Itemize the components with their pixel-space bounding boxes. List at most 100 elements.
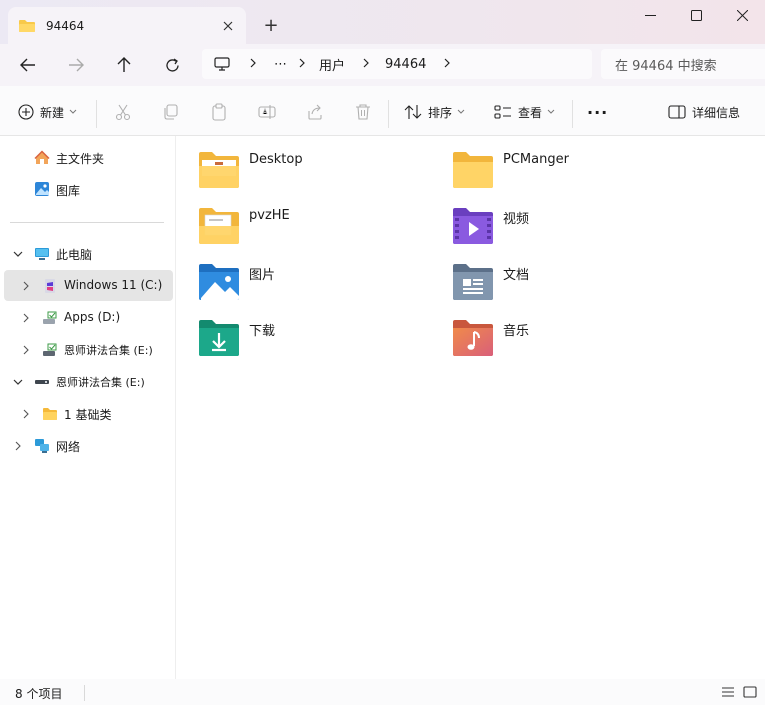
refresh-button[interactable] bbox=[156, 50, 188, 80]
breadcrumb-users[interactable]: 用户 bbox=[319, 55, 345, 74]
close-window-button[interactable] bbox=[719, 0, 765, 30]
view-button[interactable]: 查看 bbox=[494, 98, 555, 126]
computer-icon[interactable] bbox=[214, 57, 230, 71]
sidebar-item-drive-c[interactable]: Windows 11 (C:) bbox=[4, 270, 173, 301]
chevron-right-icon[interactable] bbox=[12, 440, 24, 452]
chevron-down-icon bbox=[457, 109, 465, 114]
back-button[interactable] bbox=[12, 50, 44, 80]
sidebar-item-label: Apps (D:) bbox=[64, 310, 121, 324]
drive-icon bbox=[43, 311, 57, 324]
gallery-icon bbox=[35, 182, 49, 196]
share-icon bbox=[308, 104, 322, 120]
toolbar-divider bbox=[388, 100, 389, 128]
maximize-icon bbox=[690, 9, 702, 21]
sidebar-item-usb-drive[interactable]: 恩师讲法合集 (E:) bbox=[4, 366, 173, 397]
sidebar-item-label: Windows 11 (C:) bbox=[64, 278, 163, 292]
window-tab[interactable]: 94464 bbox=[8, 7, 246, 44]
usb-drive-icon bbox=[35, 380, 49, 384]
view-list-icon bbox=[494, 105, 511, 119]
chevron-right-icon bbox=[250, 57, 256, 71]
folder-icon bbox=[453, 152, 493, 188]
plus-circle-icon bbox=[18, 104, 34, 120]
chevron-down-icon bbox=[69, 109, 77, 114]
close-tab-icon[interactable] bbox=[216, 14, 240, 38]
maximize-button[interactable] bbox=[673, 0, 719, 30]
minimize-button[interactable] bbox=[627, 0, 673, 30]
chevron-right-icon[interactable] bbox=[444, 57, 451, 71]
file-item-pictures[interactable]: 图片 bbox=[197, 258, 427, 306]
up-button[interactable] bbox=[108, 50, 140, 80]
file-item-downloads[interactable]: 下载 bbox=[197, 314, 427, 362]
folder-desktop-icon bbox=[199, 152, 239, 188]
rename-button[interactable] bbox=[258, 98, 276, 126]
file-item-documents[interactable]: 文档 bbox=[451, 258, 681, 306]
sidebar-item-drive-e[interactable]: 恩师讲法合集 (E:) bbox=[4, 334, 173, 365]
documents-folder-icon bbox=[453, 264, 493, 300]
breadcrumb-ellipsis[interactable]: ⋯ bbox=[274, 57, 287, 72]
sort-label: 排序 bbox=[428, 105, 453, 120]
sidebar-item-label: 此电脑 bbox=[56, 248, 93, 262]
view-label: 查看 bbox=[518, 105, 543, 120]
new-label: 新建 bbox=[40, 105, 65, 120]
chevron-right-icon[interactable] bbox=[20, 312, 32, 324]
new-tab-button[interactable]: + bbox=[258, 12, 284, 38]
file-item-label: PCManger bbox=[503, 152, 569, 167]
chevron-down-icon[interactable] bbox=[12, 248, 24, 260]
plus-icon: + bbox=[263, 14, 279, 36]
file-item-label: 下载 bbox=[249, 324, 276, 339]
file-item-pvzhe[interactable]: pvzHE bbox=[197, 202, 427, 250]
share-button[interactable] bbox=[306, 98, 324, 126]
address-bar[interactable]: ⋯ 用户 94464 bbox=[202, 49, 592, 79]
details-pane-icon bbox=[668, 105, 686, 119]
sidebar-item-label: 恩师讲法合集 (E:) bbox=[56, 376, 145, 389]
sidebar-item-folder-basics[interactable]: 1 基础类 bbox=[4, 398, 173, 429]
sidebar-item-label: 网络 bbox=[56, 440, 81, 454]
new-button[interactable]: 新建 bbox=[18, 98, 77, 126]
sidebar-item-home[interactable]: 主文件夹 bbox=[4, 142, 173, 173]
paste-icon bbox=[212, 103, 226, 121]
sidebar-item-this-pc[interactable]: 此电脑 bbox=[4, 238, 173, 269]
details-label: 详细信息 bbox=[692, 105, 741, 120]
file-item-label: 图片 bbox=[249, 268, 276, 283]
file-item-pcmanger[interactable]: PCManger bbox=[451, 146, 681, 194]
delete-button[interactable] bbox=[354, 98, 372, 126]
sidebar-item-label: 1 基础类 bbox=[64, 408, 112, 422]
breadcrumb-current[interactable]: 94464 bbox=[385, 57, 426, 72]
chevron-down-icon[interactable] bbox=[12, 376, 24, 388]
sidebar-divider bbox=[10, 222, 164, 223]
forward-button[interactable] bbox=[60, 50, 92, 80]
title-bar: 94464 + bbox=[0, 0, 765, 44]
chevron-right-icon[interactable] bbox=[20, 408, 32, 420]
folder-icon bbox=[19, 19, 35, 32]
tiles-view-icon[interactable] bbox=[742, 684, 758, 700]
toolbar-divider bbox=[96, 100, 97, 128]
chevron-right-icon[interactable] bbox=[20, 344, 32, 356]
trash-icon bbox=[356, 104, 370, 120]
chevron-right-icon[interactable] bbox=[20, 280, 32, 292]
search-input[interactable]: 在 94464 中搜索 bbox=[601, 49, 765, 79]
sidebar-item-gallery[interactable]: 图库 bbox=[4, 174, 173, 205]
sidebar-item-network[interactable]: 网络 bbox=[4, 430, 173, 461]
windows-drive-icon bbox=[45, 279, 55, 293]
details-view-icon[interactable] bbox=[720, 684, 736, 700]
sort-button[interactable]: 排序 bbox=[404, 98, 465, 126]
copy-button[interactable] bbox=[162, 98, 180, 126]
cut-button[interactable] bbox=[114, 98, 132, 126]
home-icon bbox=[34, 150, 50, 164]
file-item-videos[interactable]: 视频 bbox=[451, 202, 681, 250]
sidebar-item-label: 主文件夹 bbox=[56, 152, 105, 166]
sidebar-item-drive-d[interactable]: Apps (D:) bbox=[4, 302, 173, 333]
file-item-music[interactable]: 音乐 bbox=[451, 314, 681, 362]
paste-button[interactable] bbox=[210, 98, 228, 126]
pictures-folder-icon bbox=[199, 264, 239, 300]
refresh-icon bbox=[165, 57, 179, 72]
more-options-button[interactable]: ··· bbox=[587, 98, 608, 126]
arrow-left-icon bbox=[20, 58, 35, 72]
chevron-right-icon bbox=[363, 57, 369, 71]
details-pane-button[interactable]: 详细信息 bbox=[668, 98, 740, 126]
cut-icon bbox=[115, 104, 131, 121]
computer-icon bbox=[35, 248, 49, 260]
music-folder-icon bbox=[453, 320, 493, 356]
command-bar: 新建 排序 查看 ··· 详细信息 bbox=[0, 86, 765, 136]
file-item-desktop[interactable]: Desktop bbox=[197, 146, 427, 194]
